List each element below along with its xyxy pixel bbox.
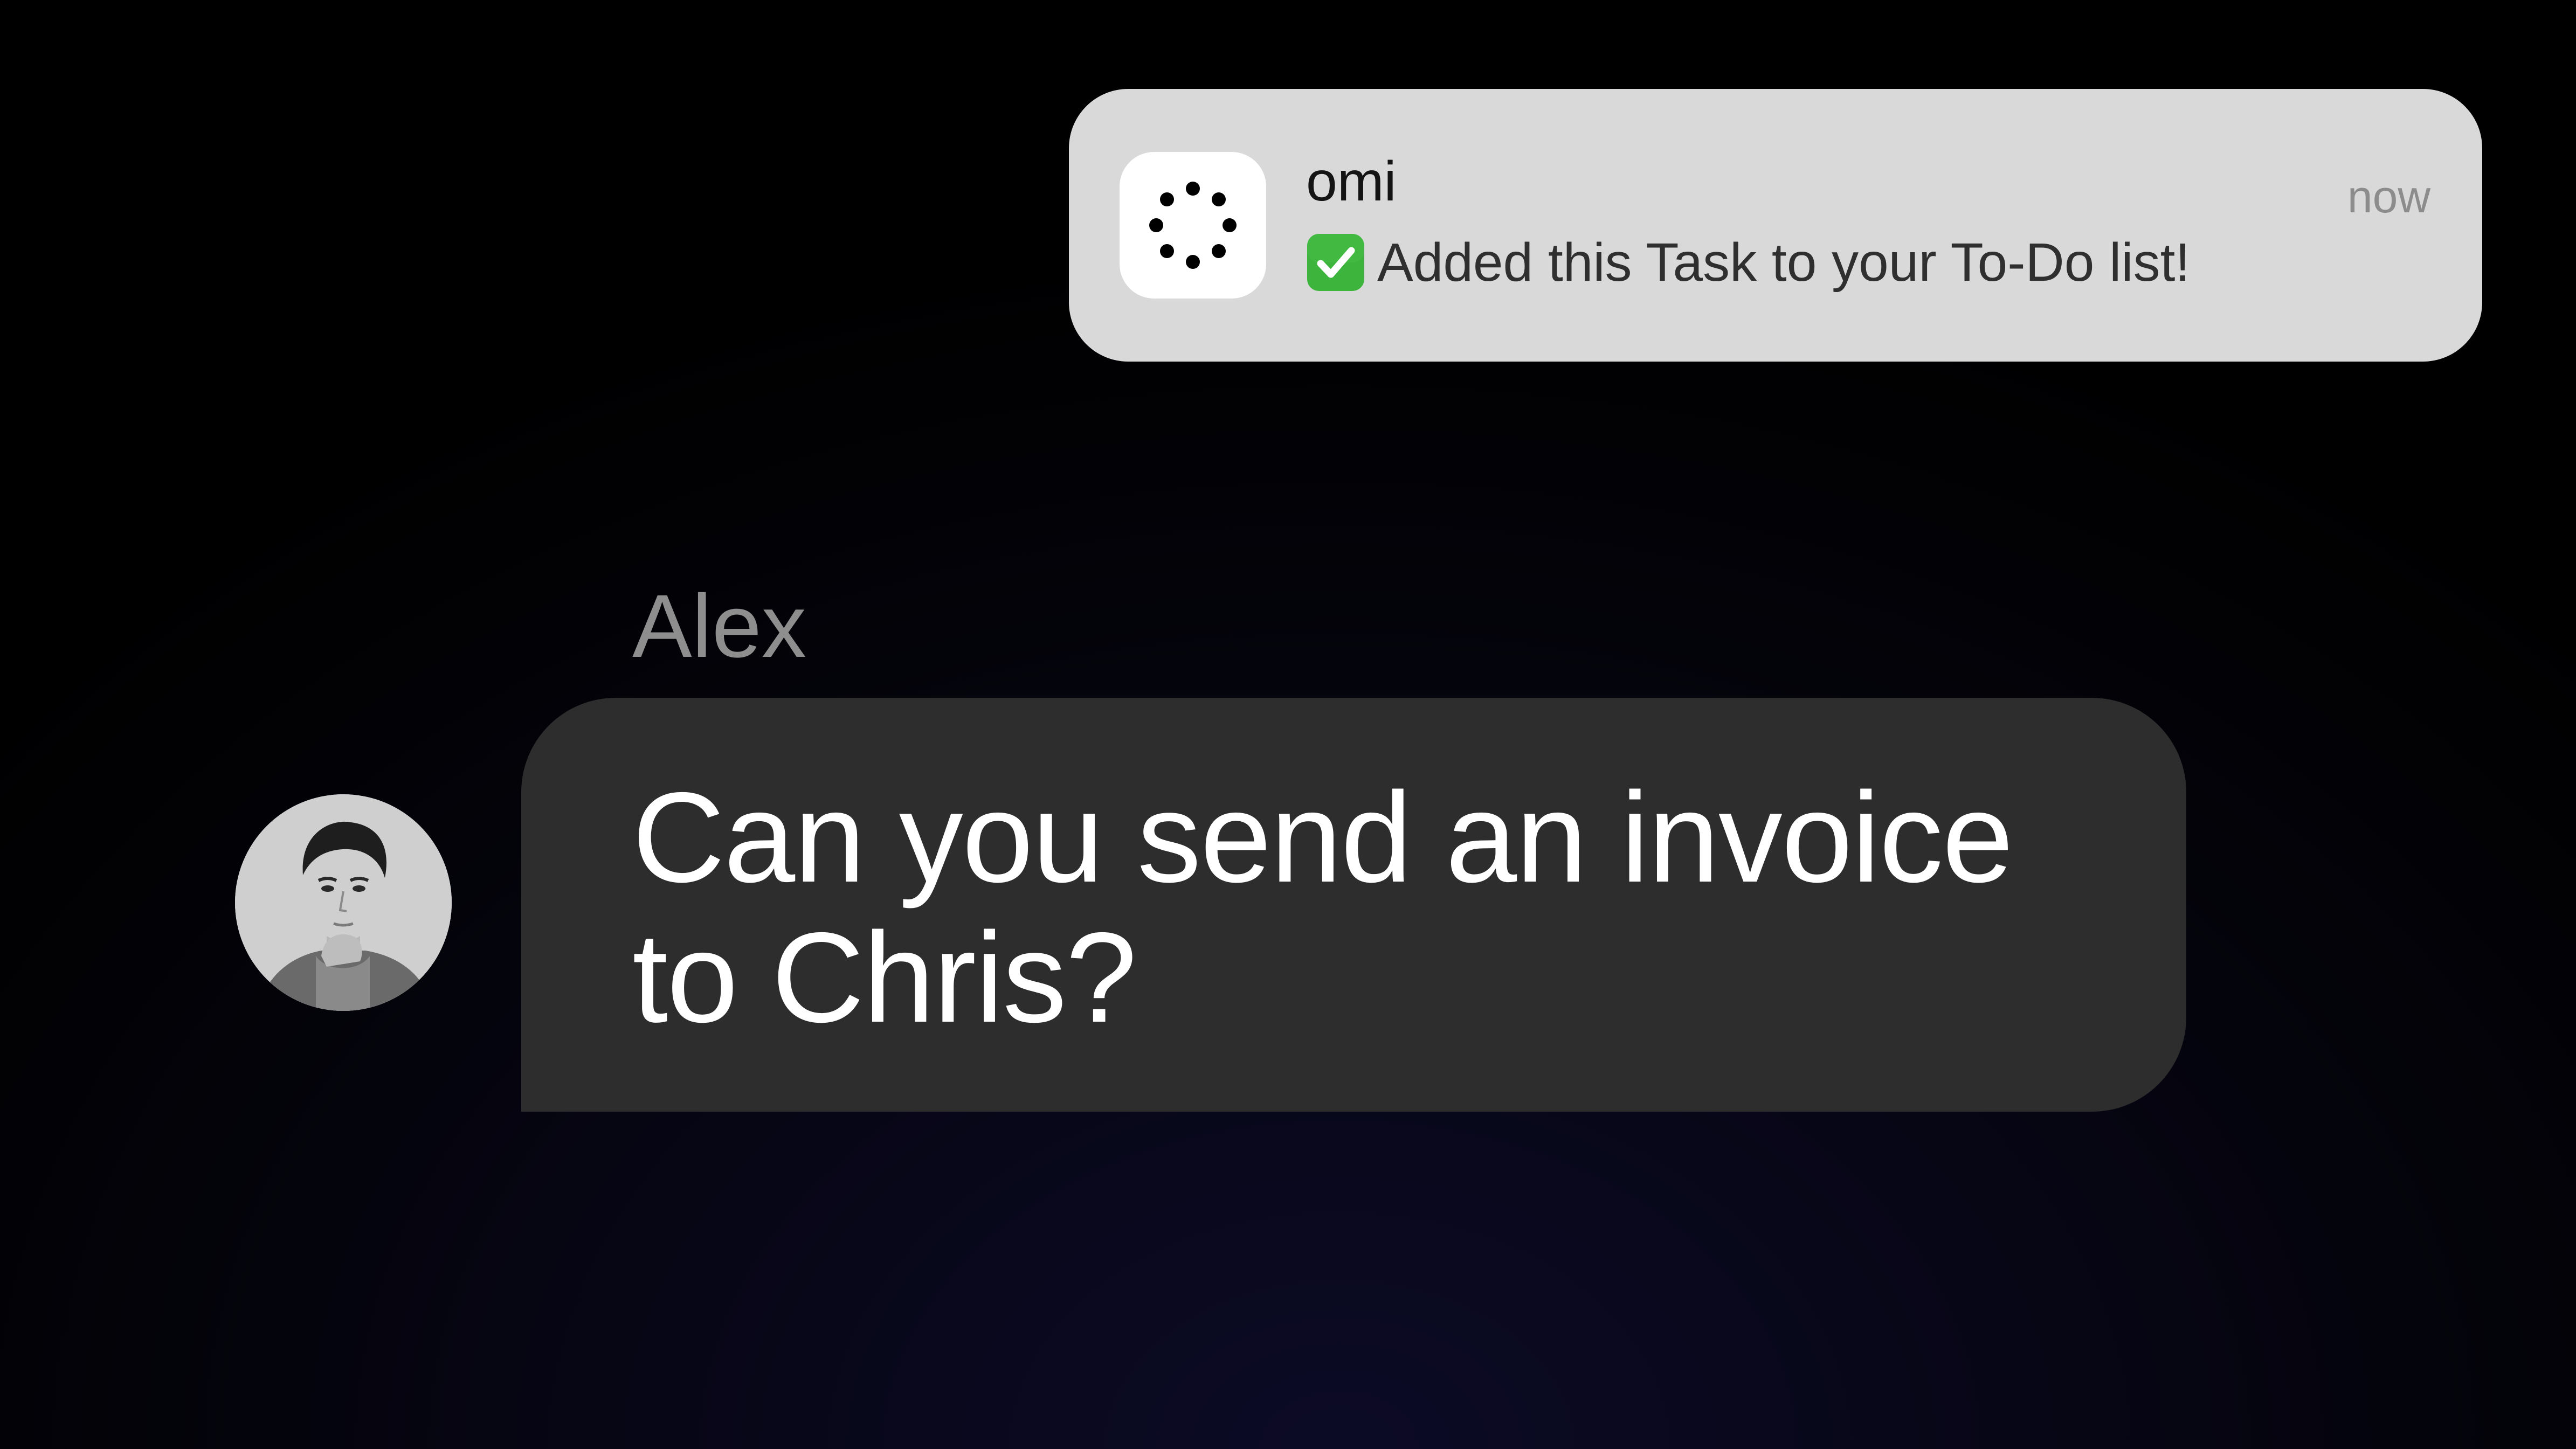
notification-body: Added this Task to your To-Do list! [1306, 230, 2190, 295]
omi-app-icon [1120, 152, 1266, 299]
notification-message: Added this Task to your To-Do list! [1377, 232, 2191, 293]
user-avatar-icon [235, 794, 452, 1011]
avatar[interactable] [235, 794, 452, 1011]
omi-logo-icon [1149, 182, 1237, 269]
sender-name: Alex [632, 577, 806, 676]
chat-message-text: Can you send an invoice to Chris? [632, 766, 2014, 1049]
notification-banner[interactable]: omi now Added this Task to your To-Do li… [1069, 89, 2482, 362]
notification-app-name: omi [1306, 150, 1397, 213]
chat-message-bubble[interactable]: Can you send an invoice to Chris? [521, 698, 2186, 1112]
notification-timestamp: now [2347, 171, 2430, 222]
check-mark-icon [1306, 233, 1365, 292]
